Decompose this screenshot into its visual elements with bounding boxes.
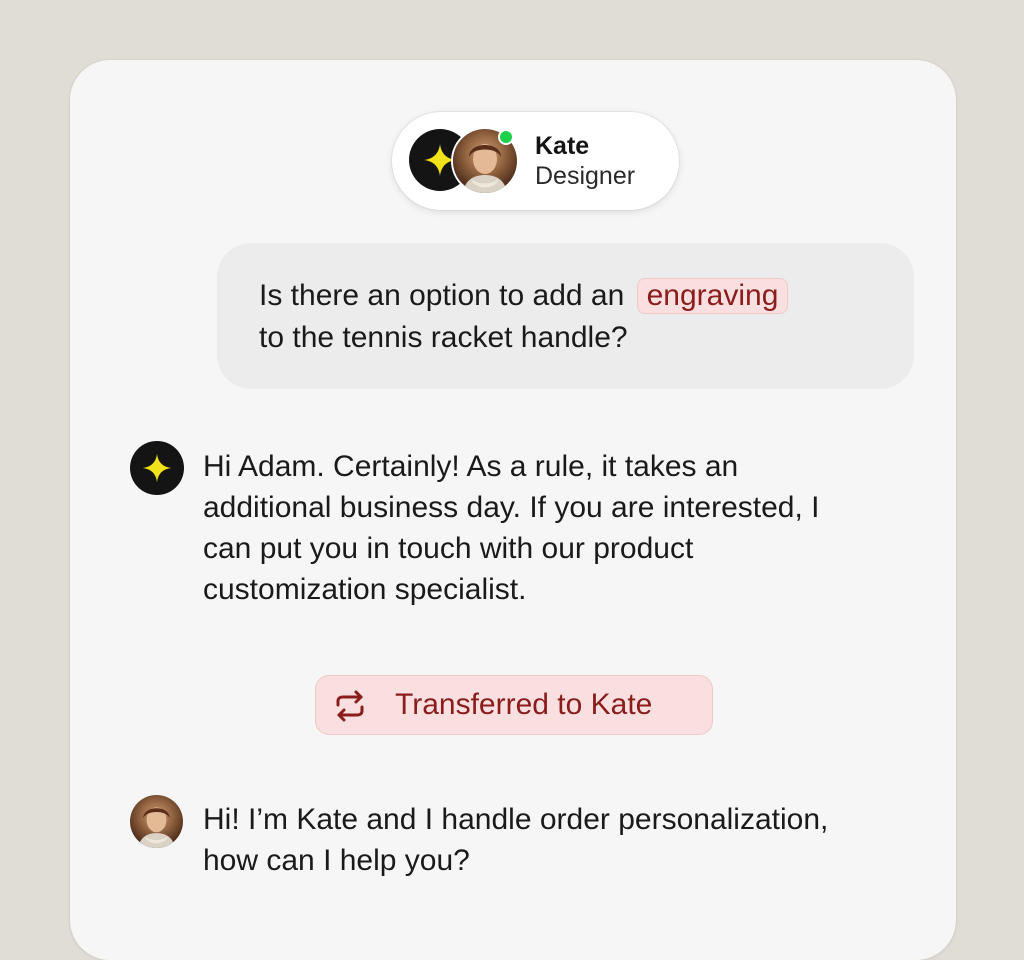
agent-header[interactable]: Kate Designer	[392, 112, 679, 210]
agent-message-text: Hi! I’m Kate and I handle order personal…	[203, 803, 829, 877]
user-message-text: Is there an option to add an	[259, 279, 633, 312]
bot-message-avatar	[130, 441, 184, 495]
agent-name: Kate	[535, 132, 590, 160]
user-message-bubble: Is there an option to add an engraving t…	[217, 243, 914, 389]
sparkle-icon	[142, 453, 172, 483]
online-status-dot	[500, 131, 512, 143]
bot-message-text: Hi Adam. Certainly! As a rule, it takes …	[203, 450, 820, 606]
sparkle-icon	[424, 144, 456, 176]
highlighted-keyword: engraving	[636, 278, 789, 314]
agent-role: Designer	[535, 162, 636, 190]
repeat-icon	[336, 690, 364, 722]
user-message-text-continued: to the tennis racket handle?	[259, 321, 628, 354]
agent-message-avatar	[130, 795, 183, 848]
transfer-status-badge: Transferred to Kate	[315, 675, 713, 735]
transfer-label: Transferred to Kate	[395, 688, 653, 721]
